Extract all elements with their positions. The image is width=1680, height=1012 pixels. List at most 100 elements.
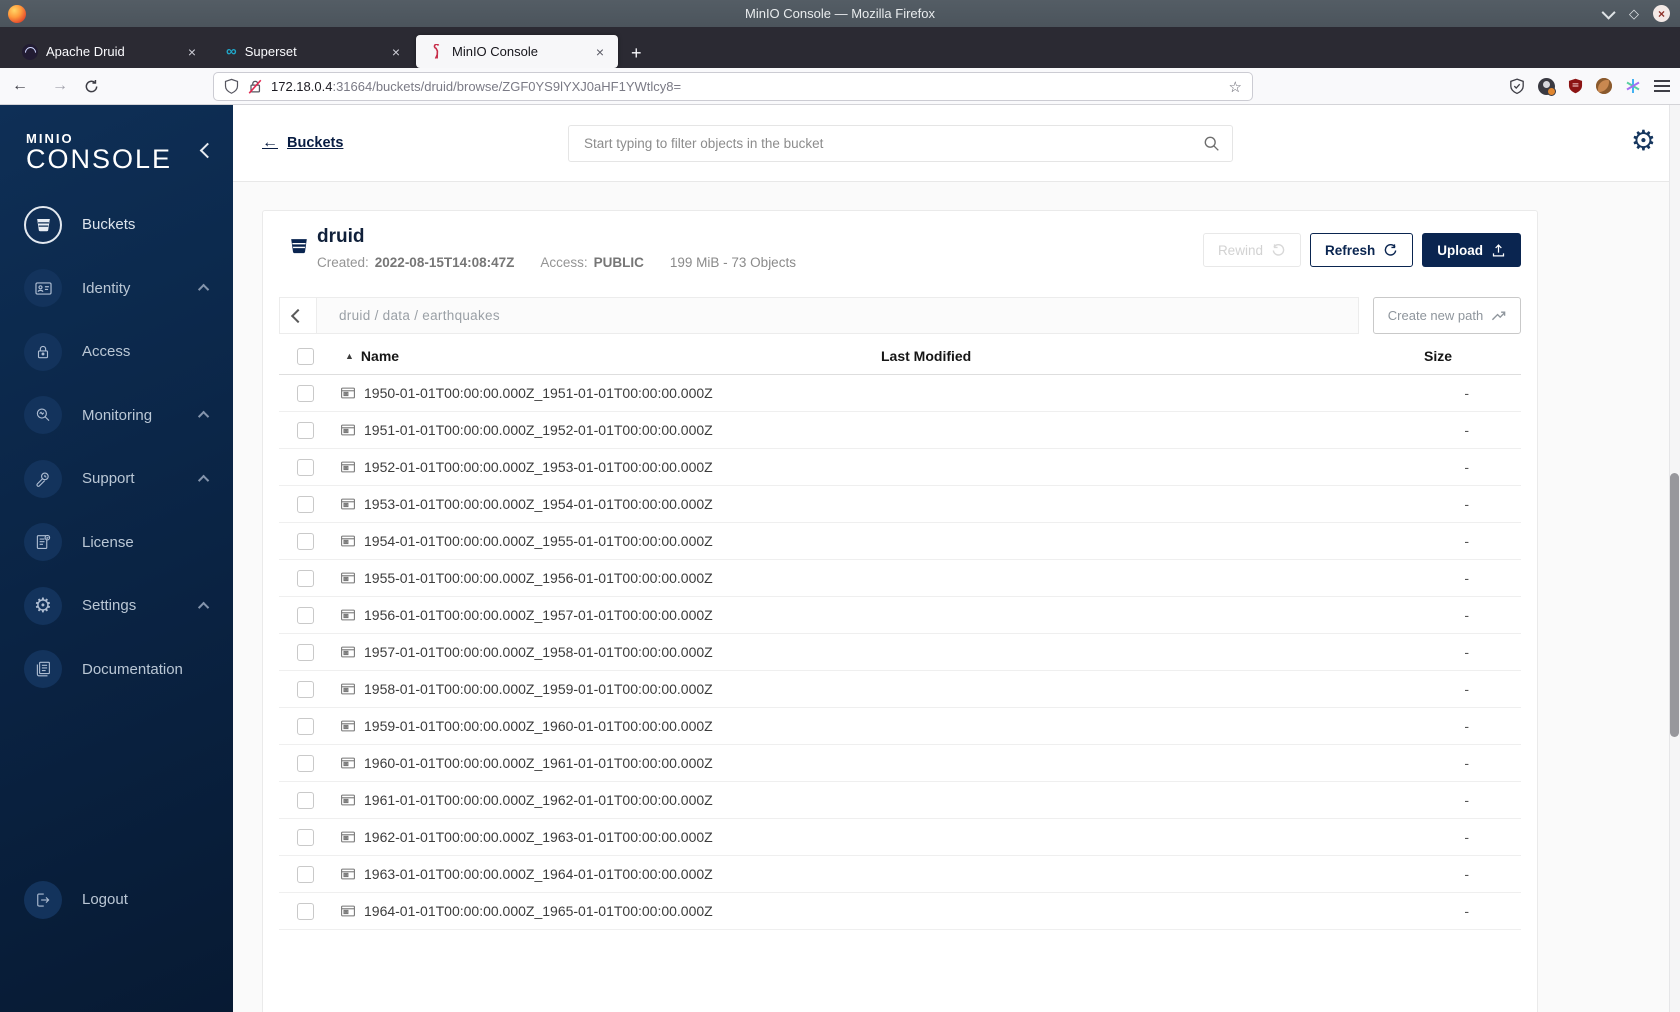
object-filter-input[interactable] bbox=[584, 136, 1203, 151]
ublock-shield-icon[interactable] bbox=[1568, 78, 1583, 94]
table-row[interactable]: 1960-01-01T00:00:00.000Z_1961-01-01T00:0… bbox=[279, 745, 1521, 782]
table-row[interactable]: 1955-01-01T00:00:00.000Z_1956-01-01T00:0… bbox=[279, 560, 1521, 597]
row-checkbox[interactable] bbox=[297, 755, 314, 772]
row-checkbox[interactable] bbox=[297, 570, 314, 587]
bookmark-star-icon[interactable]: ☆ bbox=[1229, 78, 1242, 96]
table-row[interactable]: 1957-01-01T00:00:00.000Z_1958-01-01T00:0… bbox=[279, 634, 1521, 671]
row-checkbox[interactable] bbox=[297, 681, 314, 698]
colorful-asterisk-icon[interactable] bbox=[1625, 78, 1641, 94]
hamburger-menu-icon[interactable] bbox=[1654, 80, 1670, 92]
object-name-link[interactable]: 1962-01-01T00:00:00.000Z_1963-01-01T00:0… bbox=[364, 829, 713, 845]
object-name-link[interactable]: 1961-01-01T00:00:00.000Z_1962-01-01T00:0… bbox=[364, 792, 713, 808]
nav-back-icon[interactable]: ← bbox=[0, 77, 40, 95]
chevron-up-icon[interactable] bbox=[197, 474, 210, 486]
tab-superset[interactable]: ∞ Superset × bbox=[212, 35, 414, 68]
object-name-link[interactable]: 1959-01-01T00:00:00.000Z_1960-01-01T00:0… bbox=[364, 718, 713, 734]
sidebar-item-documentation[interactable]: Documentation bbox=[0, 638, 233, 702]
url-bar[interactable]: 172.18.0.4:31664/buckets/druid/browse/ZG… bbox=[213, 72, 1253, 101]
row-checkbox[interactable] bbox=[297, 459, 314, 476]
table-row[interactable]: 1951-01-01T00:00:00.000Z_1952-01-01T00:0… bbox=[279, 412, 1521, 449]
nav-reload-icon[interactable] bbox=[84, 79, 99, 94]
sidebar-item-settings[interactable]: ⚙ Settings bbox=[0, 574, 233, 638]
object-size: - bbox=[1464, 533, 1469, 549]
column-header-last-modified[interactable]: Last Modified bbox=[881, 348, 971, 364]
sidebar-item-license[interactable]: License bbox=[0, 511, 233, 575]
sidebar-item-access[interactable]: Access bbox=[0, 320, 233, 384]
window-minimize-icon[interactable] bbox=[1601, 5, 1616, 20]
object-name-link[interactable]: 1963-01-01T00:00:00.000Z_1964-01-01T00:0… bbox=[364, 866, 713, 882]
window-maximize-icon[interactable]: ◇ bbox=[1629, 7, 1639, 20]
table-row[interactable]: 1953-01-01T00:00:00.000Z_1954-01-01T00:0… bbox=[279, 486, 1521, 523]
table-row[interactable]: 1962-01-01T00:00:00.000Z_1963-01-01T00:0… bbox=[279, 819, 1521, 856]
select-all-checkbox[interactable] bbox=[297, 348, 314, 365]
tab-minio-console[interactable]: MinIO Console × bbox=[416, 35, 618, 68]
row-checkbox[interactable] bbox=[297, 496, 314, 513]
table-row[interactable]: 1963-01-01T00:00:00.000Z_1964-01-01T00:0… bbox=[279, 856, 1521, 893]
table-row[interactable]: 1961-01-01T00:00:00.000Z_1962-01-01T00:0… bbox=[279, 782, 1521, 819]
sidebar-item-buckets[interactable]: Buckets bbox=[0, 193, 233, 257]
sidebar-item-logout[interactable]: Logout bbox=[0, 868, 233, 932]
upload-button[interactable]: Upload bbox=[1422, 233, 1521, 267]
object-name-link[interactable]: 1954-01-01T00:00:00.000Z_1955-01-01T00:0… bbox=[364, 533, 713, 549]
row-checkbox[interactable] bbox=[297, 866, 314, 883]
object-name-link[interactable]: 1951-01-01T00:00:00.000Z_1952-01-01T00:0… bbox=[364, 422, 713, 438]
row-checkbox[interactable] bbox=[297, 903, 314, 920]
tab-close-icon[interactable]: × bbox=[592, 44, 608, 60]
new-tab-button[interactable]: + bbox=[619, 43, 654, 68]
row-checkbox[interactable] bbox=[297, 829, 314, 846]
window-title: MinIO Console — Mozilla Firefox bbox=[745, 6, 935, 21]
column-header-size[interactable]: Size bbox=[1424, 348, 1452, 364]
tab-close-icon[interactable]: × bbox=[184, 44, 200, 60]
refresh-button[interactable]: Refresh bbox=[1309, 233, 1414, 267]
sidebar-item-support[interactable]: Support bbox=[0, 447, 233, 511]
object-name-link[interactable]: 1964-01-01T00:00:00.000Z_1965-01-01T00:0… bbox=[364, 903, 713, 919]
table-row[interactable]: 1956-01-01T00:00:00.000Z_1957-01-01T00:0… bbox=[279, 597, 1521, 634]
row-checkbox[interactable] bbox=[297, 533, 314, 550]
object-name-link[interactable]: 1950-01-01T00:00:00.000Z_1951-01-01T00:0… bbox=[364, 385, 713, 401]
object-name-link[interactable]: 1958-01-01T00:00:00.000Z_1959-01-01T00:0… bbox=[364, 681, 713, 697]
table-row[interactable]: 1959-01-01T00:00:00.000Z_1960-01-01T00:0… bbox=[279, 708, 1521, 745]
column-header-name[interactable]: ▲ Name bbox=[345, 348, 399, 364]
account-avatar-icon[interactable] bbox=[1538, 77, 1556, 96]
path-back-button[interactable] bbox=[280, 298, 317, 333]
object-name-link[interactable]: 1952-01-01T00:00:00.000Z_1953-01-01T00:0… bbox=[364, 459, 713, 475]
chevron-up-icon[interactable] bbox=[197, 411, 210, 423]
object-name-link[interactable]: 1953-01-01T00:00:00.000Z_1954-01-01T00:0… bbox=[364, 496, 713, 512]
settings-gear-icon[interactable]: ⚙ bbox=[1631, 127, 1656, 155]
buckets-back-link[interactable]: ← Buckets bbox=[262, 134, 343, 152]
chevron-left-icon bbox=[290, 308, 306, 323]
table-row[interactable]: 1958-01-01T00:00:00.000Z_1959-01-01T00:0… bbox=[279, 671, 1521, 708]
breadcrumb[interactable]: druid / data / earthquakes bbox=[317, 298, 500, 333]
pocket-shield-icon[interactable] bbox=[1509, 77, 1525, 95]
sidebar-item-identity[interactable]: Identity bbox=[0, 257, 233, 321]
access-value[interactable]: PUBLIC bbox=[594, 255, 644, 270]
row-checkbox[interactable] bbox=[297, 718, 314, 735]
gear-icon: ⚙ bbox=[24, 586, 62, 625]
object-name-link[interactable]: 1957-01-01T00:00:00.000Z_1958-01-01T00:0… bbox=[364, 644, 713, 660]
object-name-link[interactable]: 1960-01-01T00:00:00.000Z_1961-01-01T00:0… bbox=[364, 755, 713, 771]
object-name-link[interactable]: 1955-01-01T00:00:00.000Z_1956-01-01T00:0… bbox=[364, 570, 713, 586]
table-row[interactable]: 1950-01-01T00:00:00.000Z_1951-01-01T00:0… bbox=[279, 375, 1521, 412]
scrollbar-thumb[interactable] bbox=[1670, 473, 1679, 737]
create-new-path-button[interactable]: Create new path bbox=[1373, 297, 1521, 334]
table-row[interactable]: 1952-01-01T00:00:00.000Z_1953-01-01T00:0… bbox=[279, 449, 1521, 486]
object-name-link[interactable]: 1956-01-01T00:00:00.000Z_1957-01-01T00:0… bbox=[364, 607, 713, 623]
nav-forward-icon[interactable]: → bbox=[40, 77, 80, 95]
table-row[interactable]: 1964-01-01T00:00:00.000Z_1965-01-01T00:0… bbox=[279, 893, 1521, 930]
scrollbar-track[interactable] bbox=[1669, 105, 1680, 1012]
row-checkbox[interactable] bbox=[297, 385, 314, 402]
row-checkbox[interactable] bbox=[297, 644, 314, 661]
tab-apache-druid[interactable]: Apache Druid × bbox=[8, 35, 210, 68]
sidebar-item-monitoring[interactable]: Monitoring bbox=[0, 384, 233, 448]
chevron-up-icon[interactable] bbox=[197, 601, 210, 613]
cookie-icon[interactable] bbox=[1596, 78, 1612, 94]
chevron-up-icon[interactable] bbox=[197, 284, 210, 296]
tracking-shield-icon[interactable] bbox=[224, 78, 239, 95]
row-checkbox[interactable] bbox=[297, 422, 314, 439]
insecure-lock-icon[interactable] bbox=[247, 78, 263, 95]
tab-close-icon[interactable]: × bbox=[388, 44, 404, 60]
row-checkbox[interactable] bbox=[297, 607, 314, 624]
row-checkbox[interactable] bbox=[297, 792, 314, 809]
window-close-icon[interactable]: × bbox=[1653, 5, 1670, 22]
table-row[interactable]: 1954-01-01T00:00:00.000Z_1955-01-01T00:0… bbox=[279, 523, 1521, 560]
